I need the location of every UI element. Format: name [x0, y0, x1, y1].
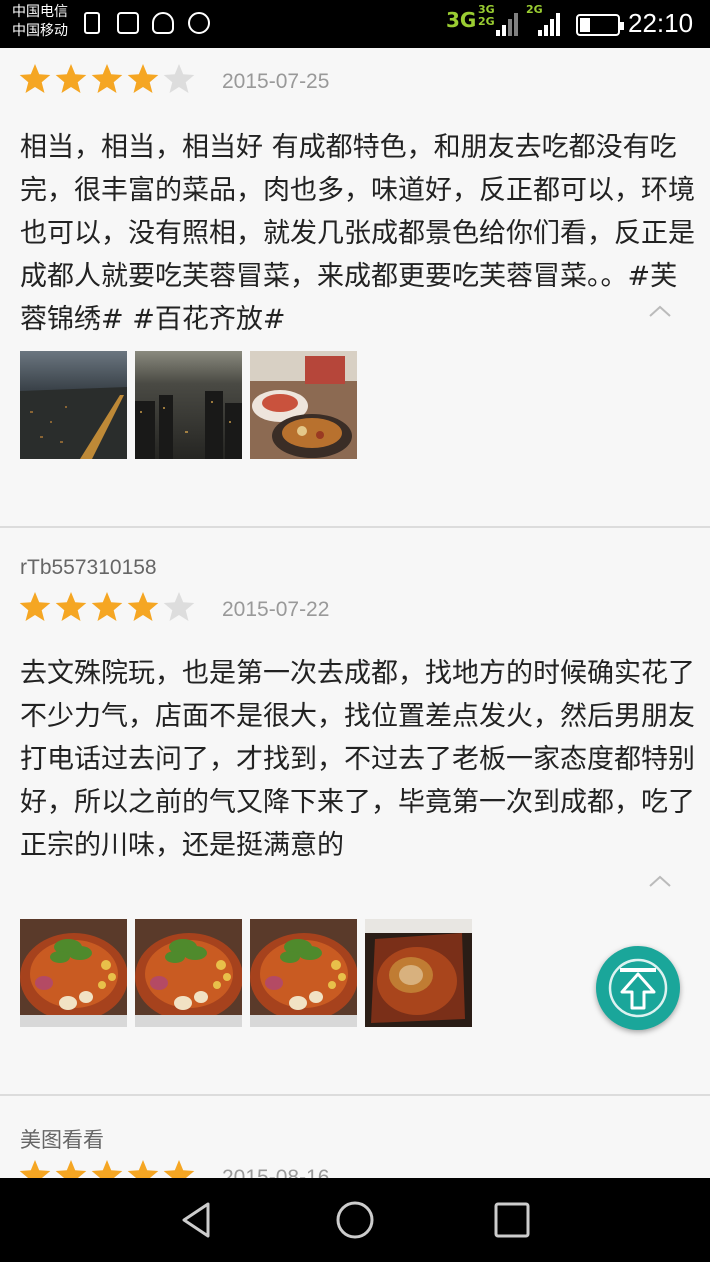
- star-filled-icon: [91, 592, 123, 621]
- star-empty-icon: [163, 592, 195, 621]
- star-filled-icon: [55, 592, 87, 621]
- review-text: 去文殊院玩，也是第一次去成都，找地方的时候确实花了不少力气，店面不是很大，找位置…: [20, 658, 695, 861]
- status-bar: 中国电信 中国移动 3G 3G 2G 2G 22:10: [0, 0, 710, 48]
- rating-stars: [18, 590, 198, 624]
- photo-thumbnail[interactable]: [20, 919, 127, 1027]
- clock: 22:10: [628, 8, 694, 38]
- network-type-sim1: 3G 2G: [478, 4, 495, 28]
- network-type-sim1-bottom: 2G: [478, 15, 495, 28]
- review-list[interactable]: 2015-07-25 相当，相当，相当好 有成都特色，和朋友去吃都没有吃完，很丰…: [0, 48, 710, 1178]
- collapse-icon[interactable]: [648, 304, 672, 318]
- star-filled-icon: [127, 1160, 159, 1178]
- review-photos: [20, 919, 480, 1027]
- hand-icon: [188, 12, 210, 34]
- photo-thumbnail[interactable]: [135, 351, 242, 459]
- review-date: 2015-07-25: [222, 70, 330, 93]
- star-filled-icon: [55, 1160, 87, 1178]
- network-type: 3G: [446, 8, 477, 32]
- back-icon[interactable]: [176, 1198, 220, 1242]
- signal-bars-1-icon: [496, 12, 518, 36]
- photo-thumbnail[interactable]: [365, 919, 472, 1027]
- review-date: 2015-08-16: [222, 1166, 330, 1178]
- reviewer-name[interactable]: rTb557310158: [20, 556, 157, 580]
- photo-thumbnail[interactable]: [250, 351, 357, 459]
- home-icon[interactable]: [333, 1198, 377, 1242]
- carrier-1: 中国电信: [12, 4, 68, 20]
- arrow-up-icon: [608, 958, 668, 1018]
- photo-thumbnail[interactable]: [250, 919, 357, 1027]
- navigation-bar: [0, 1178, 710, 1262]
- star-filled-icon: [19, 592, 51, 621]
- star-filled-icon: [19, 64, 51, 93]
- star-empty-icon: [163, 64, 195, 93]
- review-photos: [20, 351, 360, 459]
- review-text: 相当，相当，相当好 有成都特色，和朋友去吃都没有吃完，很丰富的菜品，肉也多，味道…: [20, 132, 695, 335]
- recents-icon[interactable]: [490, 1198, 534, 1242]
- battery-icon: [576, 14, 624, 36]
- star-filled-icon: [19, 1160, 51, 1178]
- review-item: 美图看看 2015-08-16: [0, 1096, 710, 1178]
- rating-stars: [18, 62, 198, 96]
- photo-thumbnail[interactable]: [20, 351, 127, 459]
- signal-bars-2-icon: [538, 12, 560, 36]
- reviewer-name[interactable]: 美图看看: [20, 1124, 104, 1154]
- star-filled-icon: [127, 64, 159, 93]
- collapse-icon[interactable]: [648, 874, 672, 888]
- carrier-2: 中国移动: [12, 23, 68, 39]
- sim-icon: [84, 12, 100, 34]
- carrier-names: 中国电信 中国移动: [12, 3, 68, 41]
- photo-thumbnail[interactable]: [135, 919, 242, 1027]
- review-date: 2015-07-22: [222, 598, 330, 621]
- star-filled-icon: [163, 1160, 195, 1178]
- cloud-icon: [152, 12, 174, 34]
- star-filled-icon: [91, 1160, 123, 1178]
- image-icon: [117, 12, 139, 34]
- review-item: 2015-07-25 相当，相当，相当好 有成都特色，和朋友去吃都没有吃完，很丰…: [0, 48, 710, 528]
- star-filled-icon: [91, 64, 123, 93]
- rating-stars: [18, 1158, 198, 1178]
- star-filled-icon: [55, 64, 87, 93]
- star-filled-icon: [127, 592, 159, 621]
- back-to-top-button[interactable]: [596, 946, 680, 1030]
